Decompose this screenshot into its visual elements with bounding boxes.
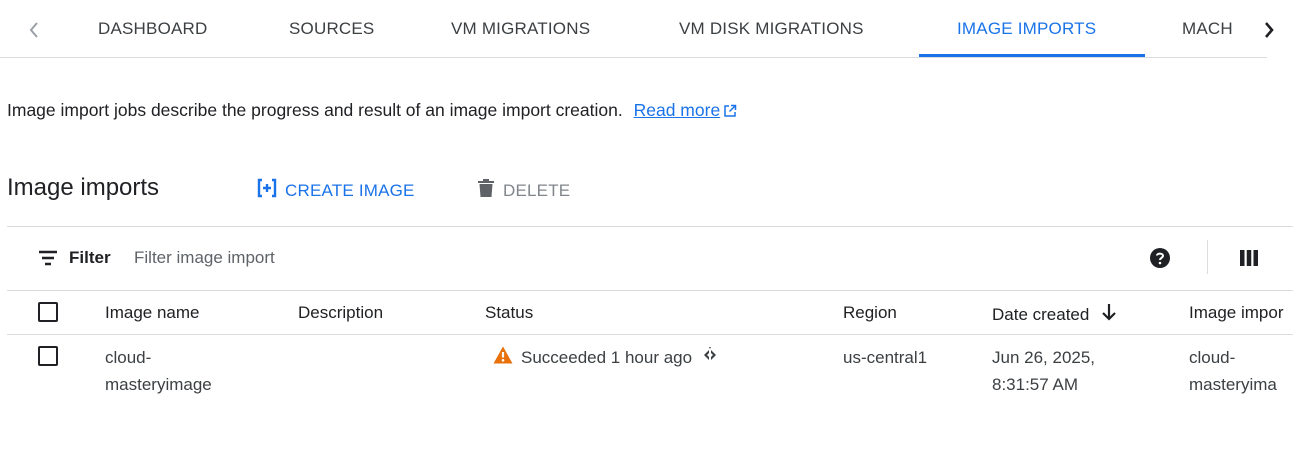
active-tab-indicator — [919, 54, 1145, 57]
image-import-line1: cloud- — [1189, 348, 1236, 367]
header-bottom-divider — [7, 334, 1293, 335]
toolbar-separator — [1207, 240, 1208, 274]
tab-dashboard[interactable]: DASHBOARD — [98, 19, 208, 39]
sort-arrow-down-icon — [1101, 303, 1117, 326]
date-line2: 8:31:57 AM — [992, 375, 1079, 394]
tab-bar: DASHBOARD SOURCES VM MIGRATIONS VM DISK … — [0, 0, 1316, 58]
tab-bar-divider — [0, 57, 1267, 58]
column-header-status[interactable]: Status — [485, 303, 533, 323]
column-header-image-name[interactable]: Image name — [105, 303, 200, 323]
tab-vm-migrations[interactable]: VM MIGRATIONS — [451, 19, 590, 39]
filter-bar: Filter — [7, 226, 1293, 290]
column-header-description[interactable]: Description — [298, 303, 383, 323]
row-checkbox[interactable] — [38, 346, 58, 366]
columns-icon[interactable] — [1240, 250, 1258, 271]
page-description: Image import jobs describe the progress … — [7, 100, 737, 123]
tab-sources[interactable]: SOURCES — [289, 19, 374, 39]
trash-icon — [477, 178, 495, 203]
image-name-line2: masteryimage — [105, 375, 212, 394]
tab-image-imports[interactable]: IMAGE IMPORTS — [957, 19, 1096, 39]
help-icon[interactable] — [1150, 248, 1170, 273]
filter-input[interactable] — [134, 246, 734, 270]
api-diamond-icon[interactable] — [700, 346, 720, 369]
status-text: Succeeded 1 hour ago — [521, 347, 693, 367]
create-image-label: CREATE IMAGE — [285, 180, 415, 200]
image-import-cell[interactable]: cloud- masteryima — [1189, 344, 1293, 398]
column-header-region[interactable]: Region — [843, 303, 897, 323]
add-box-icon — [257, 178, 277, 203]
filter-icon — [38, 250, 58, 271]
description-text: Image import jobs describe the progress … — [7, 100, 623, 120]
image-import-line2: masteryima — [1189, 375, 1277, 394]
read-more-link[interactable]: Read more — [634, 100, 738, 120]
chevron-right-icon[interactable] — [1257, 16, 1281, 44]
warning-icon — [493, 346, 513, 369]
chevron-left-icon[interactable] — [22, 16, 46, 44]
status-cell: Succeeded 1 hour ago — [493, 346, 720, 369]
delete-label: DELETE — [503, 180, 571, 200]
image-name-line1: cloud- — [105, 348, 152, 367]
filter-label: Filter — [69, 248, 111, 267]
create-image-button[interactable]: CREATE IMAGE — [257, 178, 415, 203]
date-created-label: Date created — [992, 304, 1090, 324]
column-header-image-import[interactable]: Image impor — [1189, 303, 1293, 323]
delete-button[interactable]: DELETE — [477, 178, 570, 203]
date-created-cell: Jun 26, 2025, 8:31:57 AM — [992, 344, 1095, 398]
section-title: Image imports — [7, 174, 160, 201]
external-link-icon — [723, 102, 737, 123]
select-all-checkbox[interactable] — [38, 302, 58, 322]
tab-vm-disk-migrations[interactable]: VM DISK MIGRATIONS — [679, 19, 864, 39]
tab-machine-images[interactable]: MACH — [1182, 19, 1233, 39]
header-top-divider — [7, 290, 1293, 291]
region-cell: us-central1 — [843, 348, 928, 367]
image-name-cell[interactable]: cloud- masteryimage — [105, 344, 212, 398]
date-line1: Jun 26, 2025, — [992, 348, 1096, 367]
column-header-date-created[interactable]: Date created — [992, 303, 1117, 326]
